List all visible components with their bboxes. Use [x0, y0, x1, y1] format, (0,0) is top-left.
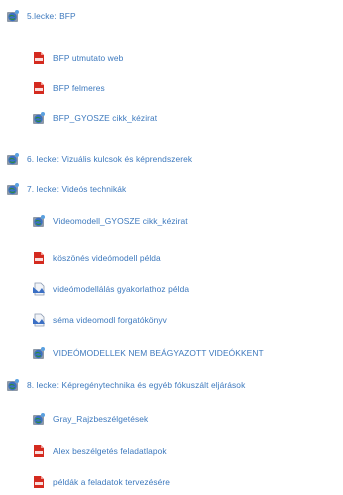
- folder-link-icon: [32, 346, 46, 360]
- link-label: BFP_GYOSZE cikk_kézirat: [53, 113, 158, 123]
- pdf-file-icon: [32, 51, 46, 65]
- link-label: Videomodell_GYOSZE cikk_kézirat: [53, 216, 188, 226]
- resource-tree: 5.lecke: BFP BFP utmutato web BFP felmeres…: [0, 0, 343, 495]
- link-label: Gray_Rajzbeszélgetések: [53, 414, 149, 424]
- link-label: VIDEÓMODELLEK NEM BEÁGYAZOTT VIDEÓKKENT: [53, 348, 264, 358]
- section-link[interactable]: 7. lecke: Videós technikák: [6, 178, 126, 200]
- section-link[interactable]: 5.lecke: BFP: [6, 5, 76, 27]
- link-label: 8. lecke: Képregénytechnika és egyéb fók…: [27, 380, 246, 390]
- resource-link[interactable]: videómodellálás gyakorlathoz példa: [32, 278, 189, 300]
- resource-link[interactable]: séma videomodl forgatókönyv: [32, 309, 167, 331]
- folder-link-icon: [32, 412, 46, 426]
- folder-link-icon: [6, 152, 20, 166]
- pdf-file-icon: [32, 444, 46, 458]
- link-label: BFP felmeres: [53, 83, 105, 93]
- section-link[interactable]: 8. lecke: Képregénytechnika és egyéb fók…: [6, 374, 245, 396]
- resource-link[interactable]: köszönés videómodell példa: [32, 247, 161, 269]
- resource-link[interactable]: Videomodell_GYOSZE cikk_kézirat: [32, 210, 188, 232]
- link-label: BFP utmutato web: [53, 53, 124, 63]
- resource-link[interactable]: BFP felmeres: [32, 77, 105, 99]
- folder-link-icon: [32, 214, 46, 228]
- folder-link-icon: [6, 9, 20, 23]
- resource-link[interactable]: példák a feladatok tervezésére: [32, 471, 170, 493]
- link-label: 6. lecke: Vizuális kulcsok és képrendsze…: [27, 154, 193, 164]
- link-label: köszönés videómodell példa: [53, 253, 161, 263]
- resource-link[interactable]: BFP_GYOSZE cikk_kézirat: [32, 107, 157, 129]
- link-label: videómodellálás gyakorlathoz példa: [53, 284, 190, 294]
- folder-link-icon: [6, 182, 20, 196]
- resource-link[interactable]: VIDEÓMODELLEK NEM BEÁGYAZOTT VIDEÓKKENT: [32, 342, 264, 364]
- resource-link[interactable]: BFP utmutato web: [32, 47, 123, 69]
- link-label: Alex beszélgetés feladatlapok: [53, 446, 167, 456]
- section-link[interactable]: 6. lecke: Vizuális kulcsok és képrendsze…: [6, 148, 192, 170]
- resource-link[interactable]: Gray_Rajzbeszélgetések: [32, 408, 148, 430]
- folder-link-icon: [32, 111, 46, 125]
- link-label: 5.lecke: BFP: [27, 11, 76, 21]
- pdf-file-icon: [32, 475, 46, 489]
- link-label: séma videomodl forgatókönyv: [53, 315, 167, 325]
- folder-link-icon: [6, 378, 20, 392]
- document-icon: [32, 313, 46, 327]
- resource-link[interactable]: Alex beszélgetés feladatlapok: [32, 440, 167, 462]
- pdf-file-icon: [32, 81, 46, 95]
- link-label: 7. lecke: Videós technikák: [27, 184, 127, 194]
- link-label: példák a feladatok tervezésére: [53, 477, 171, 487]
- document-icon: [32, 282, 46, 296]
- pdf-file-icon: [32, 251, 46, 265]
